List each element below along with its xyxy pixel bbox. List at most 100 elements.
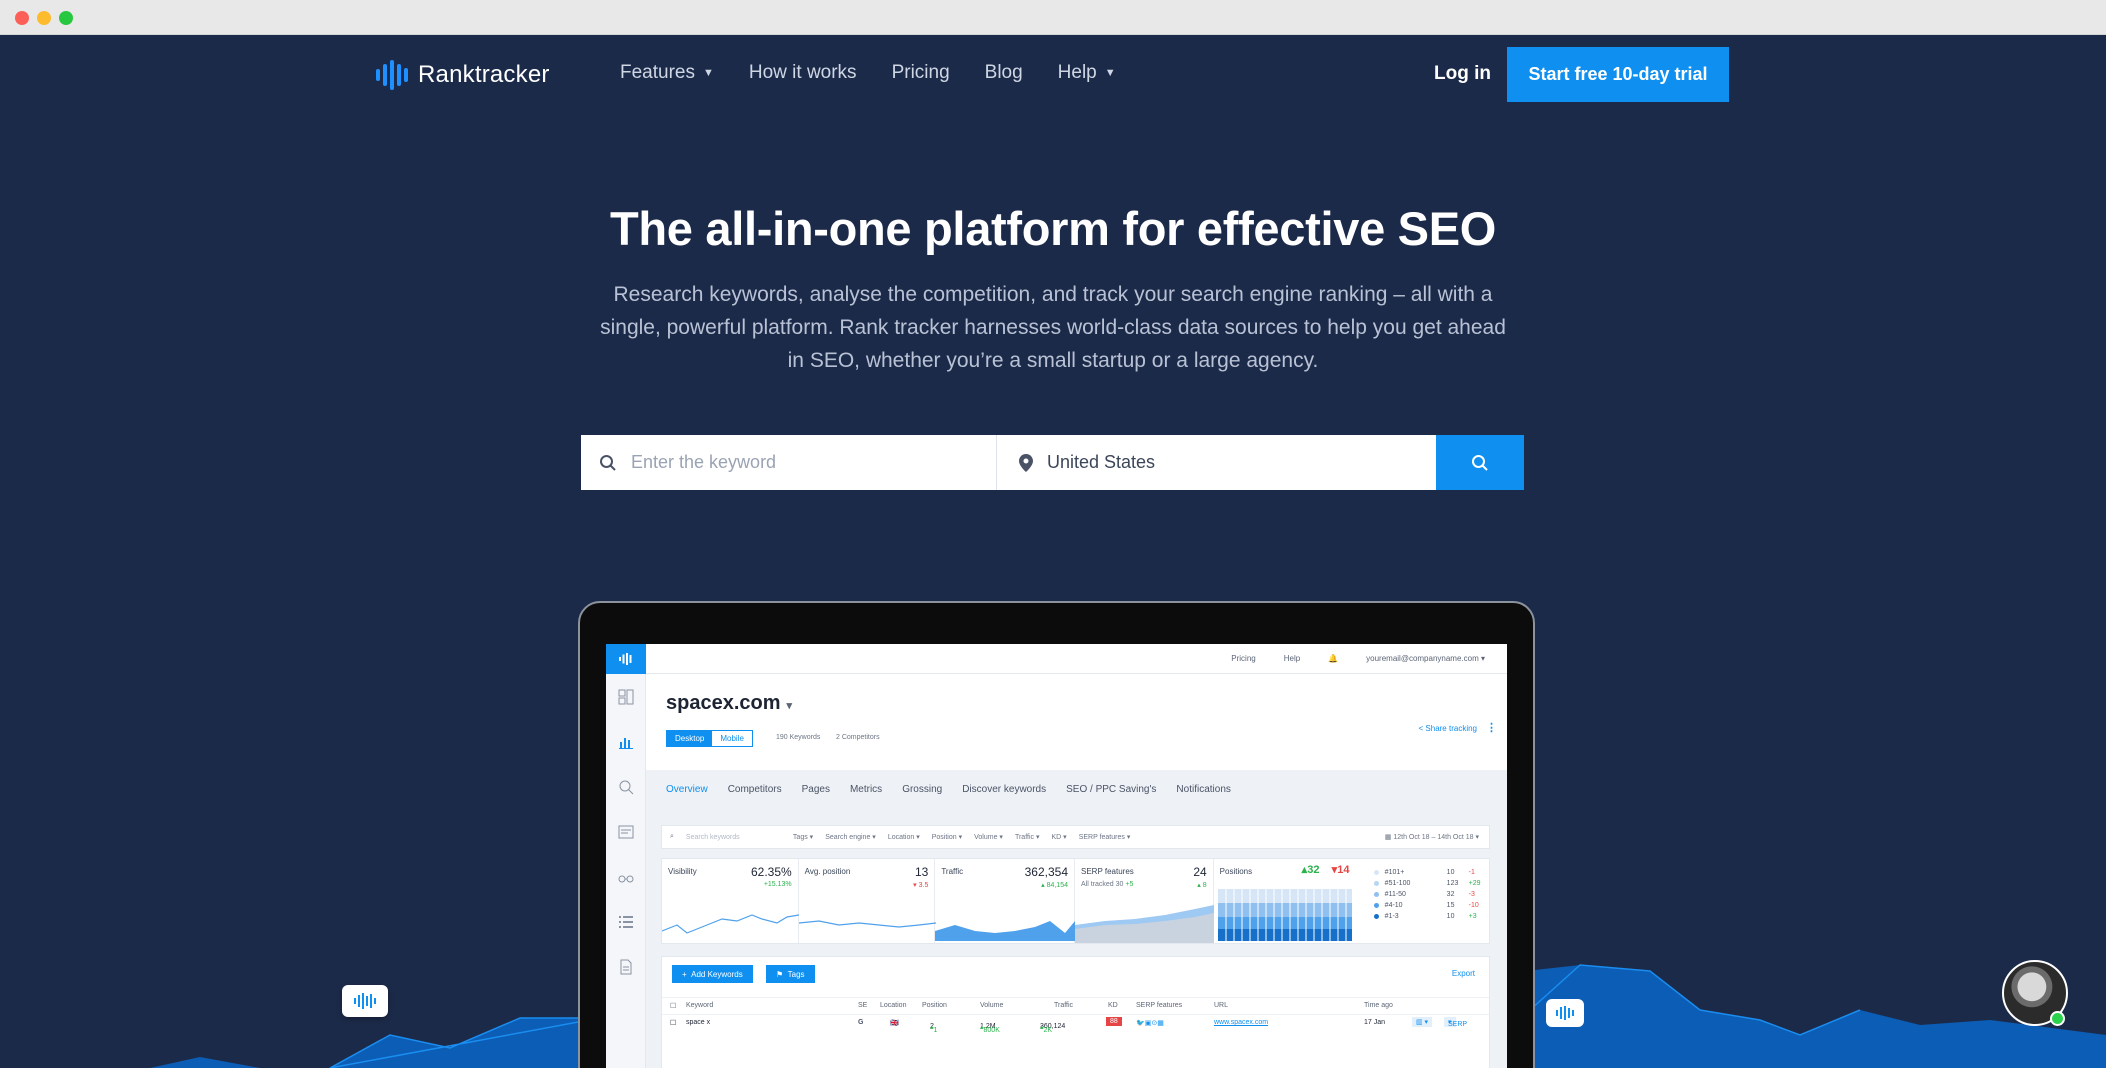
device-toggle: Desktop Mobile xyxy=(666,730,753,747)
nav-pricing[interactable]: Pricing xyxy=(892,62,950,84)
legend-label: #101+ xyxy=(1384,869,1405,876)
nav-blog[interactable]: Blog xyxy=(985,62,1023,84)
legend-row: #51-100 123 +29 xyxy=(1373,878,1481,889)
chat-bubble-left[interactable] xyxy=(342,985,388,1017)
row-kd-badge: 88 xyxy=(1106,1017,1122,1026)
desktop-tab[interactable]: Desktop xyxy=(667,731,713,746)
login-link[interactable]: Log in xyxy=(1434,63,1491,85)
tab-grossing[interactable]: Grossing xyxy=(902,784,942,795)
add-keywords-button[interactable]: + Add Keywords xyxy=(672,965,753,983)
keyword-filter-input[interactable]: Search keywords xyxy=(686,834,781,841)
positions-card: Positions ▴32 ▾14 #101+ 10 -1 #51-100 12… xyxy=(1214,859,1489,943)
location-pin-icon xyxy=(1019,453,1033,472)
avg-position-card: Avg. position 13 ▾ 3.5 xyxy=(798,859,936,943)
tab-overview[interactable]: Overview xyxy=(666,784,708,795)
location-input[interactable] xyxy=(1047,452,1387,473)
app-help-link[interactable]: Help xyxy=(1284,654,1300,663)
bell-icon[interactable]: 🔔 xyxy=(1328,654,1338,663)
date-range-picker[interactable]: ▦ 12th Oct 18 – 14th Oct 18 ▾ xyxy=(1385,833,1479,841)
select-all-checkbox[interactable]: ☐ xyxy=(670,1002,676,1010)
project-domain[interactable]: spacex.com ▾ xyxy=(666,692,792,715)
filter-kd[interactable]: KD ▾ xyxy=(1051,833,1066,841)
col-serp-features[interactable]: SERP features xyxy=(1136,1002,1182,1009)
filter-location[interactable]: Location ▾ xyxy=(888,833,920,841)
tab-seo-ppc[interactable]: SEO / PPC Saving's xyxy=(1066,784,1156,795)
nav-features-label: Features xyxy=(620,62,695,83)
col-volume[interactable]: Volume xyxy=(980,1002,1003,1009)
tab-pages[interactable]: Pages xyxy=(802,784,830,795)
search-submit-button[interactable] xyxy=(1436,435,1524,490)
col-keyword[interactable]: Keyword xyxy=(686,1002,713,1009)
legend-delta: -10 xyxy=(1468,902,1479,909)
legend-row: #1-3 10 +3 xyxy=(1373,911,1481,922)
nav-how-it-works[interactable]: How it works xyxy=(749,62,857,84)
col-se[interactable]: SE xyxy=(858,1002,867,1009)
row-url-link[interactable]: www.spacex.com xyxy=(1214,1019,1268,1026)
filter-serp-features[interactable]: SERP features ▾ xyxy=(1079,833,1131,841)
reports-icon[interactable] xyxy=(606,944,646,989)
hero-subtitle: Research keywords, analyse the competiti… xyxy=(600,283,1506,372)
filter-volume[interactable]: Volume ▾ xyxy=(974,833,1003,841)
traffic-value: 362,354 xyxy=(1024,865,1068,879)
app-logo-icon xyxy=(606,644,646,674)
nav-features[interactable]: Features ▼ xyxy=(620,62,714,84)
serp-checker-icon[interactable] xyxy=(606,809,646,854)
tab-metrics[interactable]: Metrics xyxy=(850,784,882,795)
keyword-field xyxy=(581,435,997,490)
maximize-window-dot[interactable] xyxy=(59,11,73,25)
close-window-dot[interactable] xyxy=(15,11,29,25)
avg-position-delta-value: 3.5 xyxy=(918,882,929,889)
serp-delta: ▴ 8 xyxy=(1197,882,1207,889)
visibility-card: Visibility 62.35% +15.13% xyxy=(662,859,799,943)
legend-delta: -3 xyxy=(1468,891,1475,898)
legend-row: #4-10 15 -10 xyxy=(1373,900,1481,911)
serp-delta-value: 8 xyxy=(1202,882,1207,889)
tab-discover-keywords[interactable]: Discover keywords xyxy=(962,784,1046,795)
positions-down: ▾14 xyxy=(1331,864,1350,876)
col-traffic[interactable]: Traffic xyxy=(1054,1002,1073,1009)
account-menu[interactable]: youremail@companyname.com ▾ xyxy=(1366,654,1485,663)
minimize-window-dot[interactable] xyxy=(37,11,51,25)
filter-position[interactable]: Position ▾ xyxy=(932,833,962,841)
row-keyword: space x xyxy=(686,1019,711,1026)
col-kd[interactable]: KD xyxy=(1108,1002,1118,1009)
filter-traffic[interactable]: Traffic ▾ xyxy=(1015,833,1040,841)
row-position-delta: 1 xyxy=(933,1027,938,1034)
col-position[interactable]: Position xyxy=(922,1002,947,1009)
col-url[interactable]: URL xyxy=(1214,1002,1228,1009)
nav-help[interactable]: Help ▼ xyxy=(1058,62,1116,84)
keyword-finder-icon[interactable] xyxy=(606,764,646,809)
tags-button[interactable]: ⚑ Tags xyxy=(766,965,815,983)
col-time-ago[interactable]: Time ago xyxy=(1364,1002,1393,1009)
search-icon: ⌕ xyxy=(670,833,674,840)
keyword-input[interactable] xyxy=(631,452,971,473)
domain-label: spacex.com xyxy=(666,692,781,714)
list-icon[interactable] xyxy=(606,899,646,944)
start-trial-button[interactable]: Start free 10-day trial xyxy=(1507,47,1729,102)
more-options-icon[interactable]: ⋮ xyxy=(1486,721,1497,734)
row-serp-button[interactable]: SERP ▾ xyxy=(1444,1017,1467,1028)
app-pricing-link[interactable]: Pricing xyxy=(1231,654,1255,663)
row-checkbox[interactable]: ☐ xyxy=(670,1019,676,1027)
row-serp-label: SERP xyxy=(1448,1021,1468,1028)
share-tracking-link[interactable]: < Share tracking xyxy=(1419,724,1478,733)
export-link[interactable]: Export xyxy=(1452,969,1475,978)
rank-chart-icon[interactable] xyxy=(606,719,646,764)
table-row[interactable]: ☐ space x G 🇬🇧 2 ▴ 1 1.2M ▴ 800K 360,124 ▴… xyxy=(662,1015,1489,1034)
share-label: Share tracking xyxy=(1425,724,1477,733)
ranktracker-logo[interactable]: Ranktracker xyxy=(376,60,550,90)
filter-tags[interactable]: Tags ▾ xyxy=(793,833,813,841)
dashboard-icon[interactable] xyxy=(606,674,646,719)
row-chart-button[interactable]: ▥ ▾ xyxy=(1412,1017,1433,1027)
serp-area-chart xyxy=(1075,905,1214,943)
filter-kd-label: KD xyxy=(1051,834,1062,841)
web-audit-icon[interactable] xyxy=(606,854,646,899)
mobile-tab[interactable]: Mobile xyxy=(712,731,752,746)
visibility-label: Visibility xyxy=(668,867,697,876)
tab-notifications[interactable]: Notifications xyxy=(1176,784,1230,795)
search-icon xyxy=(1472,454,1488,471)
col-location[interactable]: Location xyxy=(880,1002,906,1009)
tab-competitors[interactable]: Competitors xyxy=(728,784,782,795)
chat-bubble-right[interactable] xyxy=(1546,999,1584,1027)
filter-search-engine[interactable]: Search engine ▾ xyxy=(825,833,876,841)
